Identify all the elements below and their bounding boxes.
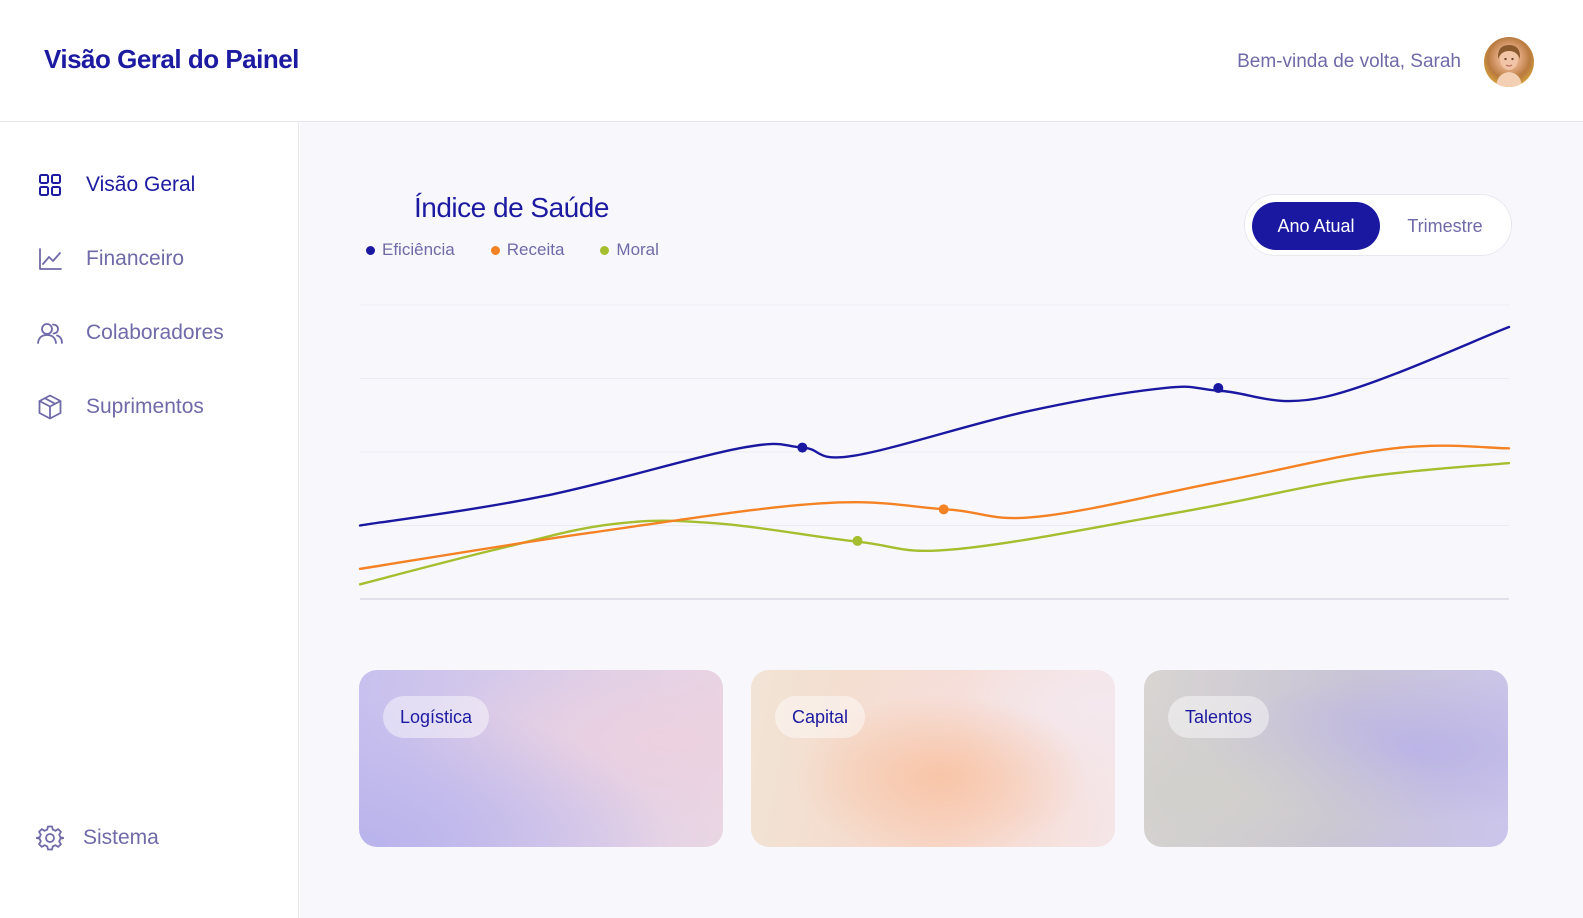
gear-icon <box>36 824 64 852</box>
sidebar: Visão Geral Financeiro Colaboradores Sup… <box>0 122 299 918</box>
toggle-ano-atual[interactable]: Ano Atual <box>1252 202 1380 250</box>
line-chart-icon <box>36 245 64 273</box>
legend-label: Receita <box>506 240 565 259</box>
legend-item: Moral <box>600 240 659 260</box>
main-content: Índice de Saúde Eficiência Receita Moral A… <box>300 122 1583 918</box>
series-line-moral <box>358 461 1511 586</box>
top-header: Visão Geral do Painel Bem-vinda de volta… <box>0 0 1583 122</box>
avatar-portrait-icon <box>1496 45 1522 87</box>
data-point-marker[interactable] <box>797 442 808 453</box>
card-label: Logística <box>383 696 490 738</box>
legend-label: Moral <box>616 240 659 259</box>
card-talentos[interactable]: Talentos <box>1144 670 1508 847</box>
legend-item: Eficiência <box>366 240 455 260</box>
legend-item: Receita <box>490 240 565 260</box>
legend-swatch <box>366 245 375 255</box>
sidebar-item-financeiro[interactable]: Financeiro <box>36 241 184 277</box>
sidebar-item-colaboradores[interactable]: Colaboradores <box>36 315 224 351</box>
period-toggle: Ano Atual Trimestre <box>1244 194 1512 256</box>
chart-legend: Eficiência Receita Moral <box>366 240 659 260</box>
card-logistica[interactable]: Logística <box>359 670 723 847</box>
card-capital[interactable]: Capital <box>751 670 1115 847</box>
sidebar-item-label: Financeiro <box>86 247 185 270</box>
users-icon <box>36 319 64 347</box>
data-point-marker[interactable] <box>852 535 863 546</box>
sidebar-item-suprimentos[interactable]: Suprimentos <box>36 389 204 425</box>
legend-swatch <box>600 245 610 255</box>
welcome-message: Bem-vinda de volta, Sarah <box>1237 51 1461 72</box>
page-title: Visão Geral do Painel <box>44 44 299 74</box>
sidebar-item-label: Suprimentos <box>86 395 204 418</box>
toggle-trimestre[interactable]: Trimestre <box>1385 202 1505 250</box>
box-icon <box>36 393 64 421</box>
sidebar-item-label: Colaboradores <box>86 321 224 344</box>
sidebar-item-label: Visão Geral <box>86 173 196 196</box>
series-line-eficincia <box>358 325 1511 527</box>
card-label: Talentos <box>1168 696 1270 738</box>
chart-title: Índice de Saúde <box>414 192 609 223</box>
legend-swatch <box>490 245 500 255</box>
data-point-marker[interactable] <box>1213 383 1224 394</box>
sidebar-item-label: Sistema <box>83 826 159 849</box>
data-point-marker[interactable] <box>938 504 949 515</box>
grid-icon <box>36 171 64 199</box>
sidebar-item-visao-geral[interactable]: Visão Geral <box>36 167 195 203</box>
sidebar-item-sistema[interactable]: Sistema <box>36 820 159 856</box>
legend-label: Eficiência <box>382 240 455 259</box>
card-label: Capital <box>775 696 866 738</box>
avatar[interactable] <box>1484 37 1534 87</box>
